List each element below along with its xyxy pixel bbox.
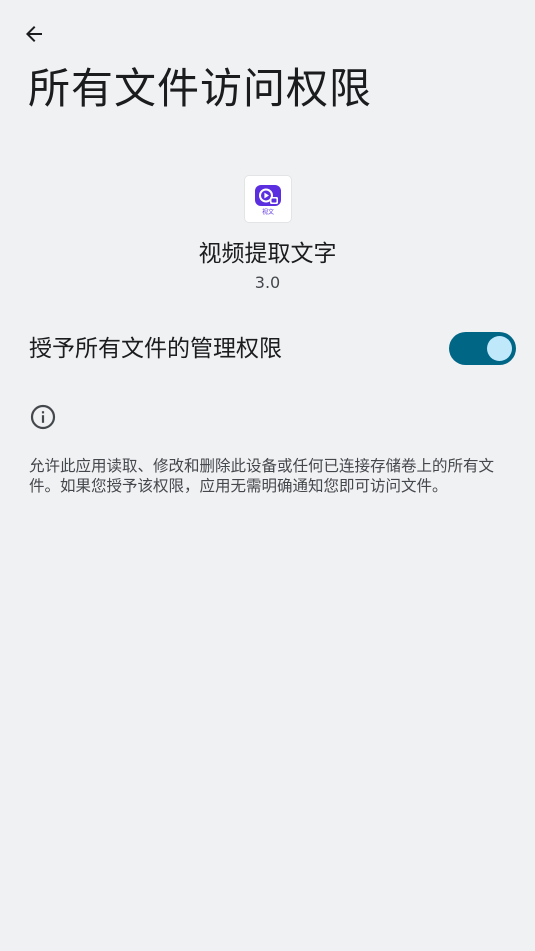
app-version: 3.0 — [254, 273, 281, 292]
all-files-access-toggle-row[interactable]: 授予所有文件的管理权限 — [0, 326, 535, 372]
app-icon: 视文 — [244, 176, 291, 222]
arrow-back-icon — [26, 26, 42, 42]
page-title: 所有文件访问权限 — [28, 64, 373, 113]
switch-thumb — [487, 336, 512, 361]
toggle-label: 授予所有文件的管理权限 — [29, 336, 282, 362]
back-button[interactable] — [14, 14, 54, 54]
app-icon-badge: 视文 — [261, 208, 273, 216]
permission-description: 允许此应用读取、修改和删除此设备或任何已连接存储卷上的所有文件。如果您授予该权限… — [29, 457, 495, 495]
all-files-access-switch[interactable] — [449, 332, 516, 365]
app-name: 视频提取文字 — [198, 241, 337, 267]
video-text-app-icon: 视文 — [254, 185, 281, 216]
info-icon — [30, 404, 56, 430]
app-info: 视文 视频提取文字 3.0 — [0, 176, 535, 293]
